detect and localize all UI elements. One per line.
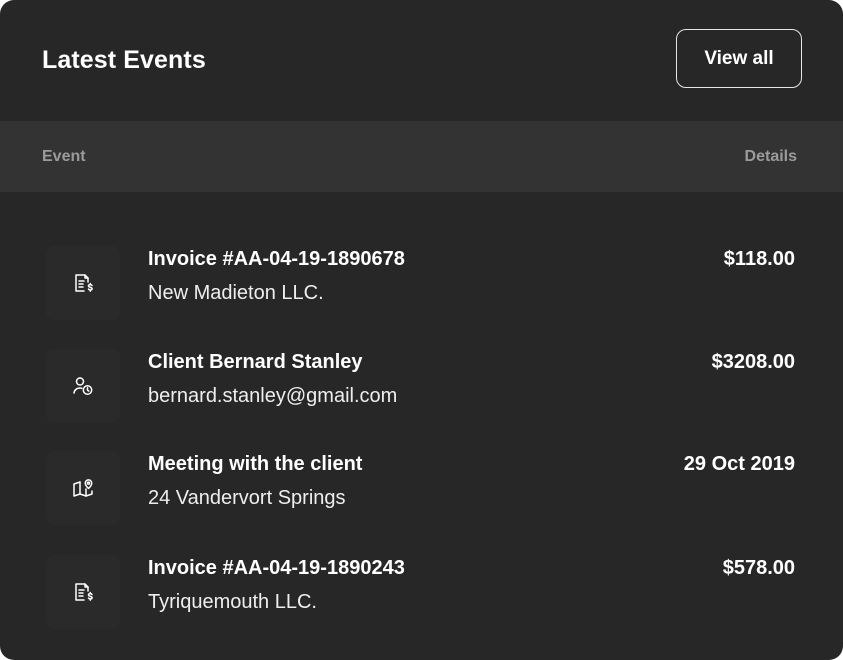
event-row[interactable]: Client Bernard Stanley bernard.stanley@g… <box>0 339 843 429</box>
column-header-event: Event <box>42 148 86 165</box>
view-all-button[interactable]: View all <box>676 29 802 88</box>
event-detail: $118.00 <box>723 248 795 270</box>
event-title: Meeting with the client <box>148 453 363 475</box>
event-subtitle: 24 Vandervort Springs <box>148 487 346 509</box>
latest-events-card: Latest Events View all Event Details Inv… <box>0 0 843 660</box>
event-subtitle: Tyriquemouth LLC. <box>148 591 317 613</box>
event-row[interactable]: Invoice #AA-04-19-1890243 Tyriquemouth L… <box>0 545 843 635</box>
table-header-row: Event Details <box>0 121 843 192</box>
event-detail: 29 Oct 2019 <box>683 453 795 475</box>
invoice-dollar-icon <box>46 555 120 629</box>
card-title: Latest Events <box>42 46 206 74</box>
event-subtitle: bernard.stanley@gmail.com <box>148 385 398 407</box>
map-pin-icon <box>46 451 120 525</box>
card-header: Latest Events View all <box>0 0 843 121</box>
event-title: Invoice #AA-04-19-1890678 <box>148 248 405 270</box>
user-clock-icon <box>46 349 120 423</box>
event-title: Client Bernard Stanley <box>148 351 363 373</box>
event-detail: $3208.00 <box>711 351 795 373</box>
invoice-dollar-icon <box>46 246 120 320</box>
column-header-details: Details <box>744 148 797 165</box>
event-subtitle: New Madieton LLC. <box>148 282 324 304</box>
event-row[interactable]: Meeting with the client 24 Vandervort Sp… <box>0 441 843 531</box>
event-title: Invoice #AA-04-19-1890243 <box>148 557 405 579</box>
event-detail: $578.00 <box>722 557 795 579</box>
event-row[interactable]: Invoice #AA-04-19-1890678 New Madieton L… <box>0 236 843 326</box>
